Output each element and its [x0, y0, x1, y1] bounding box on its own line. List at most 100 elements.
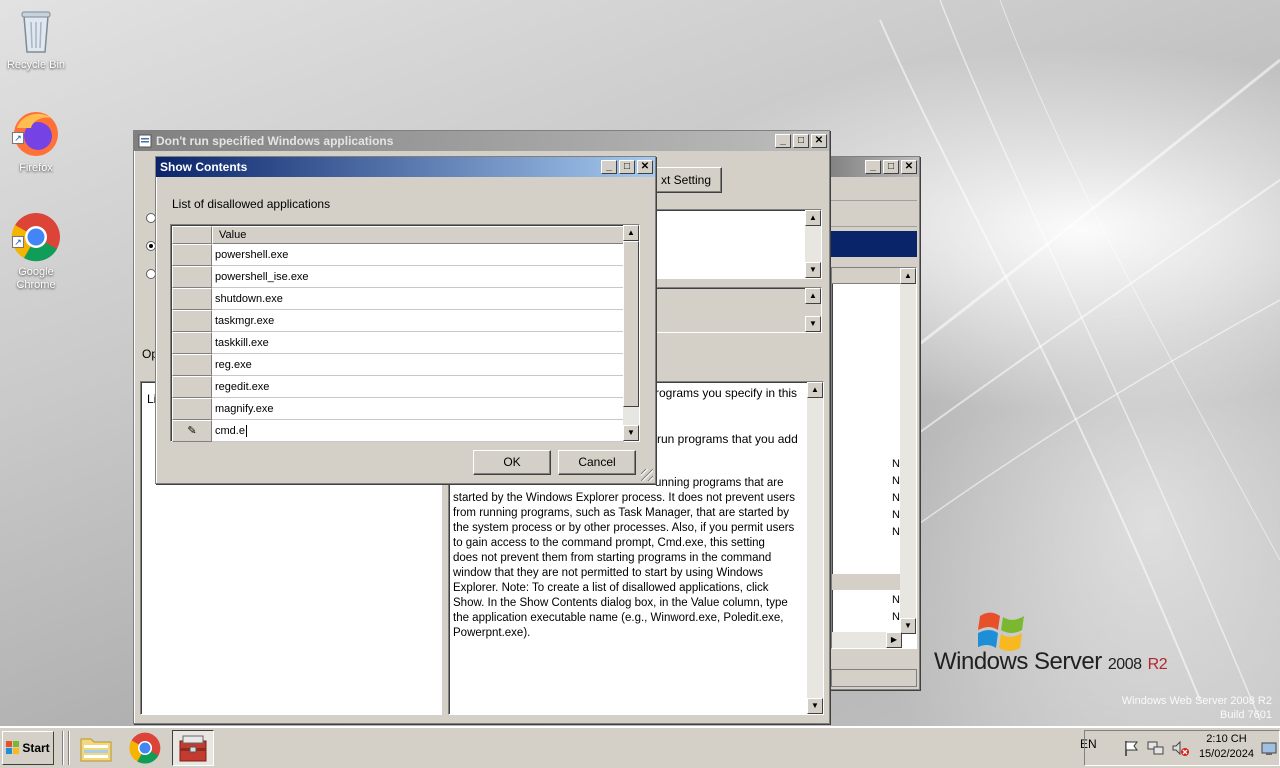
ok-button[interactable]: OK — [473, 450, 551, 475]
row-header[interactable] — [172, 332, 212, 354]
row-header[interactable] — [172, 244, 212, 266]
taskbar-clock[interactable]: 2:10 CH 15/02/2024 — [1199, 732, 1254, 762]
firefox-label: Firefox — [19, 162, 53, 174]
editing-value-cell[interactable]: cmd.e — [212, 420, 624, 442]
state-cell: N — [892, 526, 900, 538]
settings-list-hscrollbar[interactable]: ▶ — [832, 632, 902, 648]
grid-row[interactable]: shutdown.exe — [172, 288, 624, 310]
cancel-button[interactable]: Cancel — [558, 450, 636, 475]
shortcut-arrow-icon: ↗ — [12, 236, 24, 248]
close-button[interactable]: ✕ — [811, 134, 827, 148]
state-cell: N — [892, 509, 900, 521]
scroll-up-button[interactable]: ▲ — [807, 382, 823, 398]
row-header[interactable] — [172, 398, 212, 420]
value-cell[interactable]: taskkill.exe — [212, 332, 624, 354]
row-header[interactable] — [172, 376, 212, 398]
grid-corner — [172, 226, 212, 244]
close-button[interactable]: ✕ — [637, 160, 653, 174]
network-icon[interactable] — [1147, 739, 1165, 757]
scroll-up-button[interactable]: ▲ — [623, 225, 639, 241]
settings-list-scrollbar[interactable]: ▲ ▼ — [900, 268, 916, 634]
scroll-thumb[interactable] — [623, 241, 639, 407]
row-header[interactable] — [172, 288, 212, 310]
editing-value[interactable]: cmd.e — [215, 425, 245, 437]
volume-muted-icon[interactable] — [1171, 739, 1189, 757]
help-line: does not prevent them from starting prog… — [453, 552, 772, 564]
row-header[interactable] — [172, 354, 212, 376]
comment-box[interactable]: ▲ ▼ — [638, 209, 822, 279]
row-header[interactable]: ✎ — [172, 420, 212, 442]
value-cell[interactable]: shutdown.exe — [212, 288, 624, 310]
minimize-button[interactable]: _ — [865, 160, 881, 174]
scroll-up-button[interactable]: ▲ — [805, 288, 821, 304]
value-cell[interactable]: reg.exe — [212, 354, 624, 376]
grid-row[interactable]: taskkill.exe — [172, 332, 624, 354]
tabs-strip — [831, 669, 917, 687]
value-cell[interactable]: magnify.exe — [212, 398, 624, 420]
ok-label: OK — [503, 455, 521, 469]
scroll-down-button[interactable]: ▼ — [807, 698, 823, 714]
help-text: unning programs that are started by the … — [453, 476, 805, 641]
row-header[interactable] — [172, 310, 212, 332]
taskbar-group-policy[interactable] — [172, 730, 214, 766]
value-cell[interactable]: powershell.exe — [212, 244, 624, 266]
supported-scrollbar[interactable]: ▲ ▼ — [805, 288, 821, 332]
scroll-right-button[interactable]: ▶ — [886, 632, 902, 648]
value-cell[interactable]: taskmgr.exe — [212, 310, 624, 332]
scroll-down-button[interactable]: ▼ — [900, 618, 916, 634]
taskbar-explorer[interactable] — [75, 730, 117, 766]
value-column-header[interactable]: Value — [212, 226, 624, 244]
grid-row[interactable]: powershell.exe — [172, 244, 624, 266]
state-cell: N — [892, 458, 900, 470]
help-scrollbar[interactable]: ▲ ▼ — [807, 382, 823, 714]
grid-row[interactable]: powershell_ise.exe — [172, 266, 624, 288]
state-cell: N — [892, 611, 900, 623]
folder-icon — [80, 738, 112, 762]
policy-icon — [138, 134, 152, 148]
build-watermark: Windows Web Server 2008 R2 Build 7601 — [1122, 694, 1272, 722]
group-policy-window[interactable]: _ □ ✕ N N N N N N N ▲ ▼ ▶ — [826, 156, 920, 690]
maximize-button[interactable]: □ — [619, 160, 635, 174]
scroll-up-button[interactable]: ▲ — [805, 210, 821, 226]
scroll-down-button[interactable]: ▼ — [623, 425, 639, 441]
grid-row[interactable]: magnify.exe — [172, 398, 624, 420]
minimize-button[interactable]: _ — [601, 160, 617, 174]
grid-row[interactable]: reg.exe — [172, 354, 624, 376]
help-fragment: run programs that you add — [657, 432, 798, 446]
start-button[interactable]: Start — [2, 731, 54, 765]
close-button[interactable]: ✕ — [901, 160, 917, 174]
start-label: Start — [22, 741, 50, 755]
value-cell[interactable]: powershell_ise.exe — [212, 266, 624, 288]
desktop-icon-recycle-bin[interactable]: Recycle Bin — [0, 6, 72, 72]
desktop-icon-chrome[interactable]: ↗ Google Chrome — [0, 212, 72, 292]
maximize-button[interactable]: □ — [883, 160, 899, 174]
scroll-up-button[interactable]: ▲ — [900, 268, 916, 284]
next-setting-button[interactable]: xt Setting — [654, 167, 722, 193]
help-line: the system process or by other processes… — [453, 522, 795, 534]
windows-logo-icon — [6, 741, 20, 754]
scroll-down-button[interactable]: ▼ — [805, 262, 821, 278]
size-grip-icon[interactable] — [641, 469, 653, 481]
grid-scrollbar[interactable]: ▲ ▼ — [623, 225, 639, 441]
grid-row[interactable]: taskmgr.exe — [172, 310, 624, 332]
action-center-flag-icon[interactable] — [1123, 739, 1141, 757]
settings-list[interactable]: N N N N N N N ▲ ▼ ▶ — [831, 267, 917, 649]
grid-row[interactable]: regedit.exe — [172, 376, 624, 398]
minimize-button[interactable]: _ — [775, 134, 791, 148]
next-setting-label: xt Setting — [660, 173, 711, 187]
grid-header: Value — [172, 226, 624, 244]
taskbar-separator — [62, 731, 64, 765]
help-line: from running programs, such as Task Mana… — [453, 507, 790, 519]
values-grid[interactable]: Value powershell.exe powershell_ise.exe … — [170, 224, 640, 442]
comment-scrollbar[interactable]: ▲ ▼ — [805, 210, 821, 278]
row-header[interactable] — [172, 266, 212, 288]
build-line-edition: Windows Web Server 2008 R2 — [1121, 695, 1272, 707]
maximize-button[interactable]: □ — [793, 134, 809, 148]
taskbar-chrome[interactable] — [124, 730, 166, 766]
show-desktop-icon[interactable] — [1261, 742, 1277, 756]
brand-version: 2008 — [1107, 656, 1142, 673]
value-cell[interactable]: regedit.exe — [212, 376, 624, 398]
scroll-down-button[interactable]: ▼ — [805, 316, 821, 332]
desktop-icon-firefox[interactable]: ↗ Firefox — [0, 108, 72, 175]
grid-row-editing[interactable]: ✎ cmd.e — [172, 420, 624, 442]
